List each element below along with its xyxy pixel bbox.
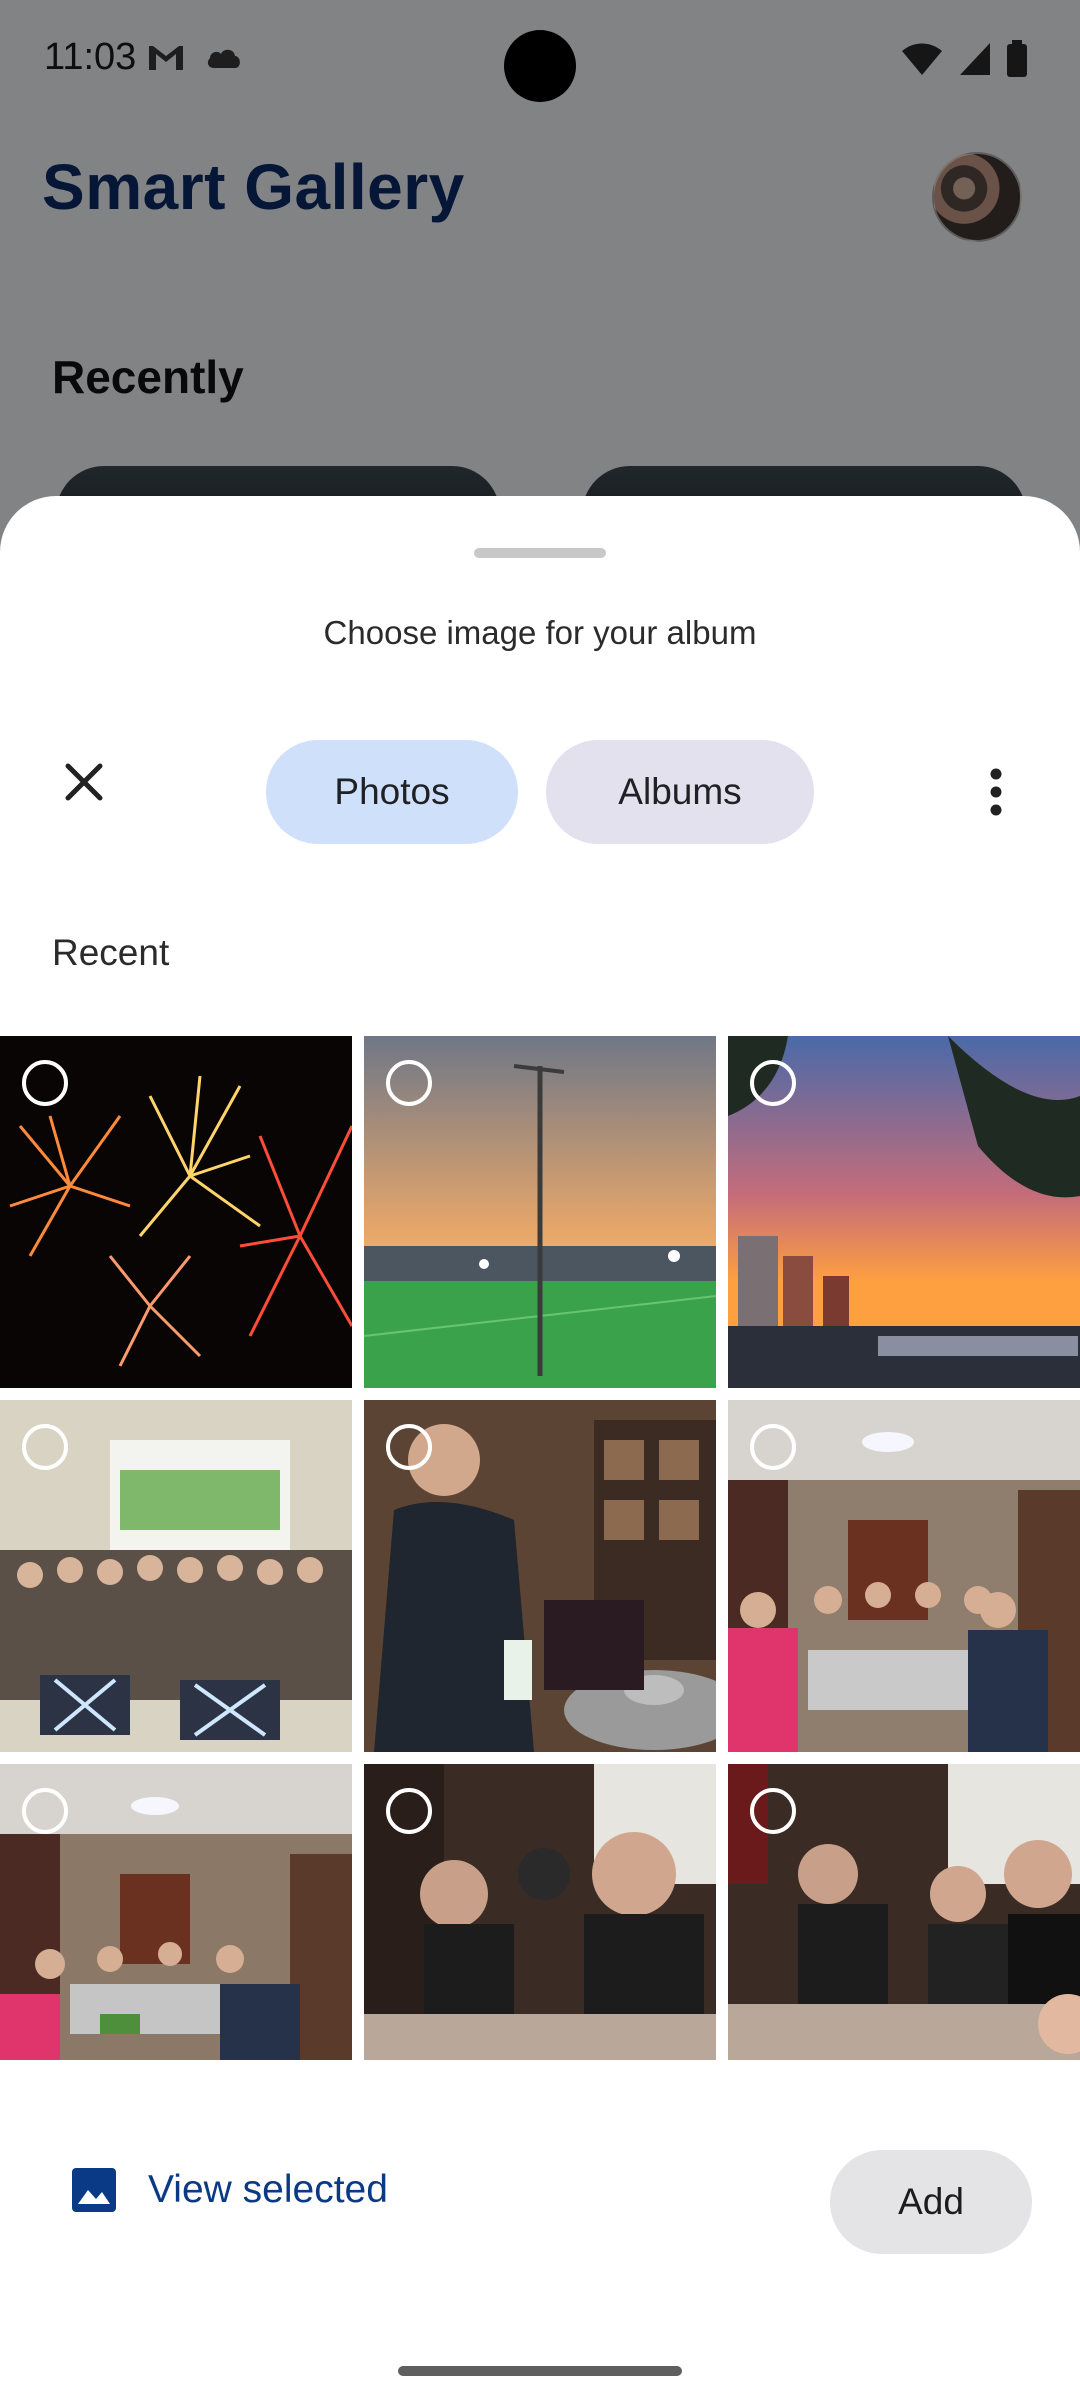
photo-tile-restaurant-group[interactable]: [728, 1400, 1080, 1752]
select-checkbox[interactable]: [386, 1424, 432, 1470]
photo-tile-city-sunset[interactable]: [728, 1036, 1080, 1388]
add-button-label: Add: [898, 2181, 964, 2222]
view-selected-button[interactable]: View selected: [70, 2150, 388, 2230]
select-checkbox[interactable]: [386, 1060, 432, 1106]
photo-tile-friends-dinner[interactable]: [728, 1764, 1080, 2060]
select-checkbox[interactable]: [386, 1788, 432, 1834]
image-icon: [72, 2168, 116, 2212]
drag-handle[interactable]: [474, 548, 606, 558]
more-vert-icon: [990, 768, 1002, 816]
close-icon: [65, 763, 103, 801]
more-options-button[interactable]: [960, 750, 1032, 834]
photo-tile-football-field[interactable]: [364, 1036, 716, 1388]
select-checkbox[interactable]: [750, 1788, 796, 1834]
tab-photos[interactable]: Photos: [266, 740, 518, 844]
select-checkbox[interactable]: [22, 1060, 68, 1106]
tab-photos-label: Photos: [334, 771, 450, 812]
select-checkbox[interactable]: [22, 1788, 68, 1834]
photo-tile-two-men-dinner[interactable]: [364, 1764, 716, 2060]
sheet-title: Choose image for your album: [323, 614, 757, 651]
photo-tile-classroom-group[interactable]: [0, 1400, 352, 1752]
photo-tile-restaurant-dining[interactable]: [0, 1764, 352, 2060]
select-checkbox[interactable]: [22, 1424, 68, 1470]
gesture-nav-handle[interactable]: [398, 2366, 682, 2376]
recent-section-label: Recent: [52, 932, 170, 973]
close-button[interactable]: [48, 746, 120, 818]
view-selected-label: View selected: [148, 2168, 388, 2211]
photo-tile-fireworks[interactable]: [0, 1036, 352, 1388]
add-button[interactable]: Add: [830, 2150, 1032, 2254]
image-picker-sheet: Choose image for your album Photos Album…: [0, 496, 1080, 2400]
select-checkbox[interactable]: [750, 1424, 796, 1470]
photo-tile-man-pouring[interactable]: [364, 1400, 716, 1752]
tab-albums[interactable]: Albums: [546, 740, 814, 844]
tab-albums-label: Albums: [618, 771, 742, 812]
select-checkbox[interactable]: [750, 1060, 796, 1106]
